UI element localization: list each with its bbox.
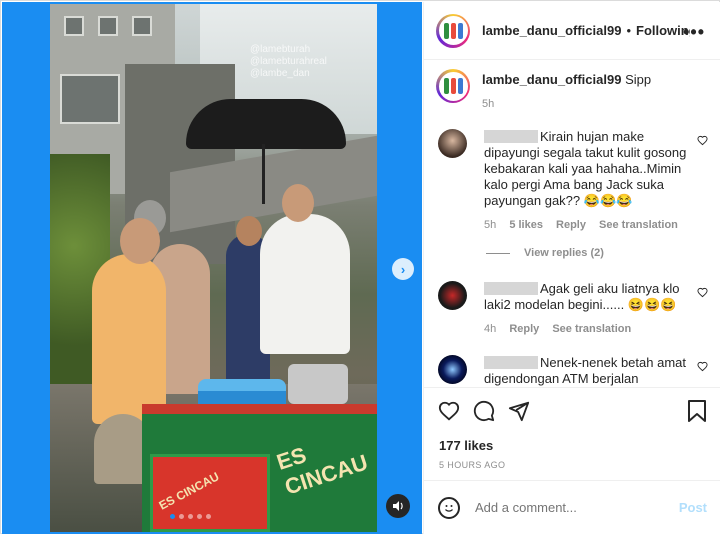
speaker-icon xyxy=(393,501,403,511)
heart-icon[interactable] xyxy=(438,400,460,427)
post-actions: 177 likes 5 HOURS AGO xyxy=(424,387,720,479)
comment-input[interactable] xyxy=(475,500,655,515)
comment-time: 4h xyxy=(484,323,497,335)
likes-count[interactable]: 177 likes xyxy=(439,438,493,453)
reply-button[interactable]: Reply xyxy=(556,219,586,231)
comment-likes[interactable]: 5 likes xyxy=(509,219,543,231)
caption-username[interactable]: lambe_danu_official99 xyxy=(482,72,621,87)
heart-icon[interactable] xyxy=(697,287,708,301)
commenter-avatar[interactable] xyxy=(438,355,467,384)
comment-item: Agak geli aku liatnya klo laki2 modelan … xyxy=(438,281,708,337)
comments-list[interactable]: lambe_danu_official99 Sipp 5h Kirain huj… xyxy=(424,61,720,387)
view-replies-button[interactable]: View replies (2) xyxy=(486,247,604,259)
username-link[interactable]: lambe_danu_official99 xyxy=(482,23,621,38)
heart-icon[interactable] xyxy=(697,361,708,375)
slide-dot xyxy=(170,514,175,519)
person-woman-head xyxy=(236,216,262,246)
heart-icon[interactable] xyxy=(697,135,708,149)
slide-dot xyxy=(188,514,193,519)
slide-dot xyxy=(179,514,184,519)
see-translation-button[interactable]: See translation xyxy=(599,219,678,231)
caption-time: 5h xyxy=(482,98,495,110)
next-slide-button[interactable]: › xyxy=(392,258,414,280)
comment-time: 5h xyxy=(484,219,497,231)
separator-dot: • xyxy=(626,23,632,38)
commenter-avatar[interactable] xyxy=(438,129,467,158)
commenter-avatar[interactable] xyxy=(438,281,467,310)
umbrella-pole xyxy=(262,144,265,204)
person-man-jersey-head xyxy=(282,184,314,222)
window xyxy=(64,16,84,36)
watermark: @lamebturah @lamebturahreal @lambe_dan xyxy=(250,44,327,79)
sound-toggle-button[interactable] xyxy=(386,494,410,518)
person-shirt-pattern xyxy=(92,254,166,424)
redacted-username xyxy=(484,130,538,143)
umbrella xyxy=(186,99,346,149)
balcony xyxy=(60,74,120,124)
video-player[interactable]: ES CINCAU ES CINCAU @lamebturah @lamebtu… xyxy=(50,4,377,532)
slide-indicator xyxy=(170,514,211,519)
cooking-pot xyxy=(288,364,348,404)
caption-avatar[interactable] xyxy=(436,69,470,103)
bookmark-icon[interactable] xyxy=(687,400,707,427)
post-timestamp: 5 HOURS AGO xyxy=(439,460,506,470)
chevron-right-icon: › xyxy=(400,261,406,277)
caption-text: Sipp xyxy=(625,72,652,87)
caption: lambe_danu_official99 Sipp 5h xyxy=(436,69,651,113)
see-translation-button[interactable]: See translation xyxy=(552,323,631,335)
comment-item: Kirain hujan make dipayungi segala takut… xyxy=(438,129,708,233)
media-panel: ES CINCAU ES CINCAU @lamebturah @lamebtu… xyxy=(2,2,422,534)
share-icon[interactable] xyxy=(508,400,530,427)
post-comment-button[interactable]: Post xyxy=(679,500,707,515)
post-frame: ES CINCAU ES CINCAU @lamebturah @lamebtu… xyxy=(0,0,720,534)
window xyxy=(98,16,118,36)
reply-button[interactable]: Reply xyxy=(509,323,539,335)
more-options-icon[interactable]: ••• xyxy=(683,22,705,43)
comment-icon[interactable] xyxy=(473,400,495,427)
slide-dot xyxy=(197,514,202,519)
comment-item: Nenek-nenek betah amat digendongan ATM b… xyxy=(438,355,708,387)
emoji-icon[interactable] xyxy=(438,496,460,519)
avatar[interactable] xyxy=(436,13,470,48)
add-comment-bar: Post xyxy=(424,480,720,534)
person-man-jersey xyxy=(260,214,350,354)
post-header: lambe_danu_official99 • Following ••• xyxy=(424,2,720,60)
redacted-username xyxy=(484,282,538,295)
window xyxy=(132,16,152,36)
redacted-username xyxy=(484,356,538,369)
slide-dot xyxy=(206,514,211,519)
person-shirt-pattern-head xyxy=(120,218,160,264)
following-button[interactable]: Following xyxy=(636,23,690,38)
post-sidebar: lambe_danu_official99 • Following ••• la… xyxy=(423,2,720,534)
